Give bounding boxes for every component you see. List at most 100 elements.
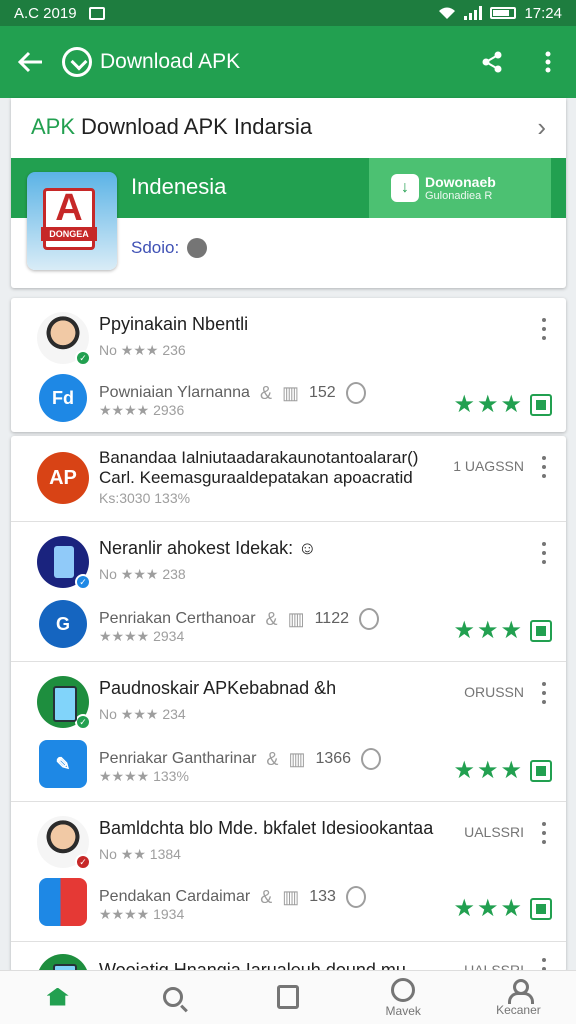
avatar: ✓ bbox=[37, 536, 91, 590]
ampersand-icon: & bbox=[265, 608, 278, 629]
search-icon bbox=[162, 986, 183, 1007]
clock-text: 17:24 bbox=[524, 4, 562, 22]
sub-app-count: 1366 bbox=[315, 750, 352, 767]
item-title: Banandaa Ialniutaadarakaunotantoalarar() bbox=[99, 448, 419, 467]
sub-app-count: 1122 bbox=[314, 610, 349, 627]
app-bar-title: Download APK bbox=[100, 50, 241, 73]
sub-app-line[interactable]: Penriakar Gantharinar & ▥ 1366 bbox=[99, 748, 382, 770]
featured-header[interactable]: APK Download APK Indarsia › bbox=[11, 98, 566, 156]
featured-app-icon[interactable]: A DONGEA bbox=[27, 172, 117, 270]
avatar: AP bbox=[37, 452, 89, 504]
sub-app-line[interactable]: Powniaian Ylarnanna & ▥ 152 bbox=[99, 382, 366, 404]
list-item[interactable]: ✓ Paudnoskair APKebabnad &h No ★★★ 234 O… bbox=[11, 662, 566, 802]
app-icon-letter: A bbox=[55, 187, 83, 229]
download-icon: ↓ bbox=[391, 174, 419, 202]
item-menu-button[interactable] bbox=[536, 822, 552, 844]
item-title-line2: Carl. Keemasguraaldepatakan apoacratid bbox=[99, 468, 413, 487]
item-menu-button[interactable] bbox=[536, 318, 552, 340]
account-icon bbox=[507, 978, 535, 1004]
app-list-card: ✓ Ppyinakain Nbentli No ★★★ 236 Fd Powni… bbox=[11, 298, 566, 432]
save-icon[interactable] bbox=[530, 619, 552, 642]
item-code: UALSSRI bbox=[464, 824, 524, 840]
avatar: ✓ bbox=[37, 816, 91, 870]
rating-stars: ★ ★ ★ bbox=[453, 390, 552, 419]
nav-mavek-label: Mavek bbox=[385, 1003, 421, 1018]
message-icon bbox=[88, 6, 105, 20]
list-item[interactable]: ✓ Bamldchta blo Mde. bkfalet Idesiookant… bbox=[11, 802, 566, 942]
library-icon bbox=[277, 984, 299, 1009]
sub-app-meta: ★★★★ 1934 bbox=[99, 906, 185, 922]
sub-app-label: Powniaian Ylarnanna bbox=[99, 384, 250, 401]
signal-icon bbox=[464, 6, 483, 20]
download-logo-icon bbox=[62, 47, 92, 77]
rating-stars: ★ ★ ★ bbox=[453, 616, 552, 645]
featured-sub-label: Sdoio: bbox=[131, 238, 180, 257]
nav-library[interactable] bbox=[230, 971, 345, 1024]
save-icon[interactable] bbox=[530, 393, 552, 416]
overflow-menu-button[interactable] bbox=[520, 26, 576, 98]
more-vert-icon bbox=[545, 51, 551, 73]
nav-home[interactable] bbox=[0, 971, 115, 1024]
emoji-icon: ☺ bbox=[298, 538, 317, 558]
ampersand-icon: & bbox=[260, 886, 273, 907]
sub-app-line[interactable]: Pendakan Cardaimar & ▥ 133 bbox=[99, 886, 366, 908]
item-menu-button[interactable] bbox=[536, 542, 552, 564]
chevron-right-icon: › bbox=[537, 111, 546, 142]
item-title: Neranlir ahokest Idekak: ☺ bbox=[99, 538, 317, 558]
item-menu-button[interactable] bbox=[536, 456, 552, 478]
save-icon[interactable] bbox=[530, 897, 552, 920]
wifi-icon bbox=[439, 7, 456, 19]
bottom-navigation: Mavek Kecaner bbox=[0, 970, 576, 1024]
item-menu-button[interactable] bbox=[536, 682, 552, 704]
save-icon[interactable] bbox=[530, 759, 552, 782]
sub-app-label: Penriakar Gantharinar bbox=[99, 750, 257, 767]
rating-stars: ★ ★ ★ bbox=[453, 756, 552, 785]
arrow-left-icon bbox=[18, 51, 42, 73]
item-meta: No ★★★ 238 bbox=[99, 566, 186, 582]
banner-title: Indenesia bbox=[131, 174, 227, 199]
ampersand-icon: & bbox=[259, 382, 272, 403]
sub-app-count: 152 bbox=[308, 384, 336, 401]
share-button[interactable] bbox=[464, 26, 520, 98]
sub-app-icon: Fd bbox=[39, 374, 87, 422]
home-icon bbox=[46, 987, 69, 1006]
nav-mavek[interactable]: Mavek bbox=[346, 971, 461, 1024]
sub-app-line[interactable]: Penriakan Certhanoar & ▥ 1122 bbox=[99, 608, 379, 630]
brand-label: APK bbox=[31, 114, 76, 139]
list-item[interactable]: ✓ Ppyinakain Nbentli No ★★★ 236 Fd Powni… bbox=[11, 298, 566, 432]
status-bar: A.C 2019 17:24 bbox=[0, 0, 576, 26]
item-code: ORUSSN bbox=[464, 684, 524, 700]
item-title: Ppyinakain Nbentli bbox=[99, 314, 249, 334]
globe-icon bbox=[187, 238, 208, 258]
list-item[interactable]: Woojatig Hnangia Iarualeuh dound mu UALS… bbox=[11, 942, 566, 972]
sub-app-icon: G bbox=[39, 600, 87, 648]
back-button[interactable] bbox=[0, 26, 62, 98]
battery-icon bbox=[490, 7, 517, 19]
list-item[interactable]: ✓ Neranlir ahokest Idekak: ☺ No ★★★ 238 … bbox=[11, 522, 566, 662]
download-button-sublabel: Gulonadiea R bbox=[425, 190, 493, 202]
verified-badge-icon: ✓ bbox=[75, 350, 91, 366]
sub-app-meta: ★★★★ 133% bbox=[99, 768, 189, 784]
item-title: Paudnoskair APKebabnad &h bbox=[99, 678, 337, 698]
list-item[interactable]: AP Banandaa Ialniutaadarakaunotantoalara… bbox=[11, 436, 566, 522]
featured-card[interactable]: APK Download APK Indarsia › Indenesia ↓ … bbox=[11, 98, 566, 288]
sub-app-icon: ✎ bbox=[39, 740, 87, 788]
building-icon: ▥ bbox=[288, 748, 306, 769]
building-icon: ▥ bbox=[287, 608, 305, 629]
clock-icon bbox=[391, 977, 416, 1002]
share-icon bbox=[482, 51, 502, 73]
nav-search[interactable] bbox=[115, 971, 230, 1024]
avatar: ✓ bbox=[37, 312, 91, 366]
sub-app-icon bbox=[39, 878, 87, 926]
download-button-label: Dowonaeb bbox=[425, 174, 496, 190]
nav-account[interactable]: Kecaner bbox=[461, 971, 576, 1024]
shield-icon bbox=[358, 608, 379, 630]
sub-app-label: Pendakan Cardaimar bbox=[99, 888, 251, 905]
download-button[interactable]: ↓ Dowonaeb Gulonadiea R bbox=[369, 158, 551, 218]
sub-app-count: 133 bbox=[309, 888, 336, 905]
building-icon: ▥ bbox=[281, 382, 299, 403]
sub-app-meta: ★★★★ 2934 bbox=[99, 628, 185, 644]
item-meta: No ★★ 1384 bbox=[99, 846, 181, 862]
item-meta: Ks:3030 133% bbox=[99, 490, 191, 506]
shield-icon bbox=[361, 748, 382, 770]
